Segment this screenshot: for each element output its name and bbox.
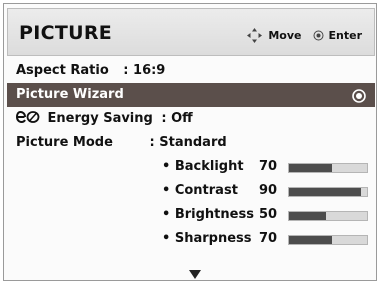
- scroll-down-arrow-icon[interactable]: [189, 264, 201, 279]
- menu-item-aspect-ratio[interactable]: Aspect Ratio : 16:9: [7, 59, 375, 83]
- menu-item-picture-mode[interactable]: Picture Mode : Standard: [7, 131, 375, 155]
- enter-circle-icon: [313, 30, 324, 41]
- setting-value: 70: [259, 159, 278, 174]
- menu-item-picture-wizard[interactable]: Picture Wizard: [7, 83, 375, 107]
- setting-backlight[interactable]: • Backlight 70: [7, 155, 375, 179]
- setting-value: 50: [259, 207, 278, 222]
- setting-sharpness[interactable]: • Sharpness 70: [7, 227, 375, 251]
- setting-contrast[interactable]: • Contrast 90: [7, 179, 375, 203]
- setting-label: • Contrast: [162, 183, 238, 198]
- setting-label: • Sharpness: [162, 231, 252, 246]
- picture-mode-label: Picture Mode: [16, 135, 113, 150]
- menu-item-energy-saving[interactable]: Energy Saving : Off: [7, 107, 375, 131]
- radio-selected-icon: [352, 88, 366, 103]
- aspect-ratio-value: : 16:9: [123, 63, 166, 78]
- move-label: Move: [268, 28, 302, 42]
- level-bar[interactable]: [288, 211, 368, 221]
- navigation-hint: Move Enter: [246, 26, 362, 44]
- setting-label: • Backlight: [162, 159, 244, 174]
- level-bar-fill: [289, 212, 326, 220]
- level-bar[interactable]: [288, 163, 368, 173]
- energy-saving-label: Energy Saving: [47, 111, 153, 126]
- level-bar[interactable]: [288, 187, 368, 197]
- menu-header: PICTURE Move Enter: [7, 8, 375, 56]
- level-bar-fill: [289, 236, 332, 244]
- picture-mode-value: : Standard: [149, 135, 227, 150]
- setting-value: 90: [259, 183, 278, 198]
- level-bar-fill: [289, 164, 332, 172]
- level-bar-fill: [289, 188, 361, 196]
- enter-label: Enter: [328, 28, 363, 42]
- move-arrows-icon: [246, 27, 263, 44]
- setting-value: 70: [259, 231, 278, 246]
- menu-title: PICTURE: [19, 22, 113, 44]
- setting-brightness[interactable]: • Brightness 50: [7, 203, 375, 227]
- energy-saving-value: : Off: [161, 111, 193, 126]
- aspect-ratio-label: Aspect Ratio: [16, 63, 109, 78]
- picture-wizard-label: Picture Wizard: [16, 87, 124, 102]
- level-bar[interactable]: [288, 235, 368, 245]
- energy-saving-eco-icon: [15, 109, 40, 124]
- picture-menu-panel: PICTURE Move Enter Aspect Ratio: 16:9 P…: [3, 3, 377, 281]
- setting-label: • Brightness: [162, 207, 254, 222]
- menu-list: Aspect Ratio : 16:9 Picture Wizard Energ…: [7, 59, 375, 251]
